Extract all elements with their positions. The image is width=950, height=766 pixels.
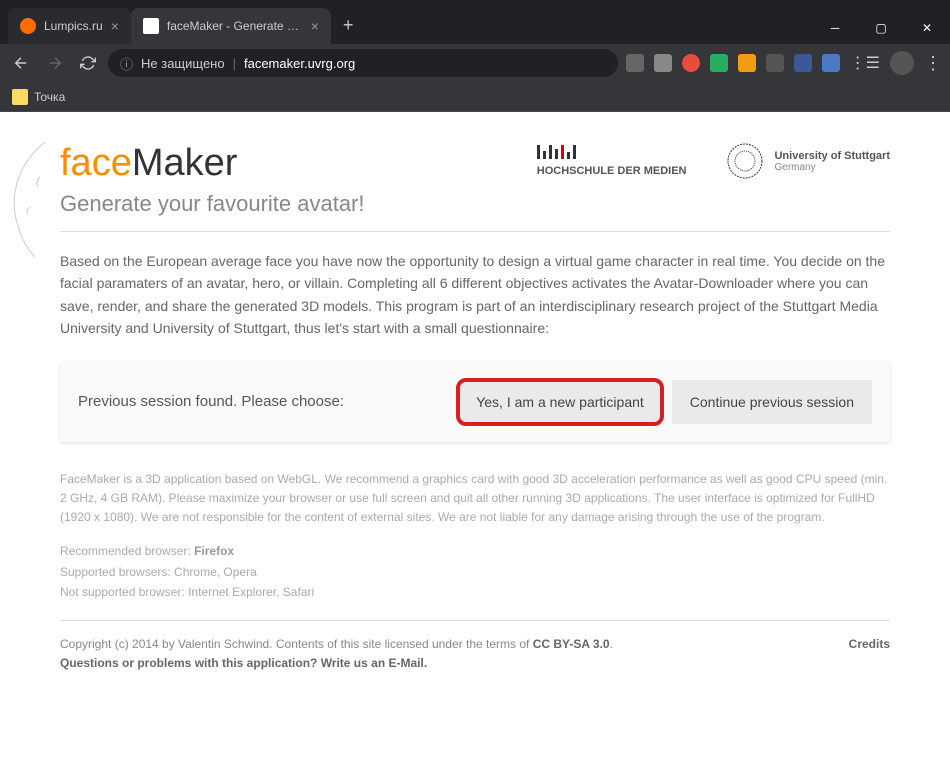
new-participant-button[interactable]: Yes, I am a new participant	[458, 380, 662, 424]
menu-icon[interactable]: ⋮	[924, 53, 942, 74]
browser-tab-facemaker[interactable]: faceMaker - Generate your favou... ×	[131, 8, 331, 44]
maximize-button[interactable]: ▢	[858, 12, 904, 44]
extension-icon[interactable]	[766, 54, 784, 72]
credits-link[interactable]: Credits	[849, 635, 890, 673]
extension-icon[interactable]	[738, 54, 756, 72]
session-prompt: Previous session found. Please choose: Y…	[60, 362, 890, 442]
new-tab-button[interactable]: +	[331, 7, 366, 44]
requirements-text: FaceMaker is a 3D application based on W…	[60, 470, 890, 528]
translate-icon[interactable]	[626, 54, 644, 72]
reading-list-icon[interactable]: ⋮☰	[850, 53, 880, 73]
browser-tab-lumpics[interactable]: Lumpics.ru ×	[8, 8, 131, 44]
star-icon[interactable]	[654, 54, 672, 72]
partner-hdm: HOCHSCHULE DER MEDIEN	[537, 145, 687, 177]
extension-icon[interactable]	[794, 54, 812, 72]
minimize-button[interactable]: ─	[812, 12, 858, 44]
extension-icon[interactable]	[682, 54, 700, 72]
footer-copyright: Copyright (c) 2014 by Valentin Schwind. …	[60, 635, 613, 673]
favicon	[20, 18, 36, 34]
favicon	[143, 18, 159, 34]
extension-icon[interactable]	[710, 54, 728, 72]
back-button[interactable]	[8, 50, 34, 76]
page-subtitle: Generate your favourite avatar!	[60, 191, 890, 217]
profile-avatar[interactable]	[890, 51, 914, 75]
bookmark-tochka[interactable]: Точка	[12, 89, 65, 105]
security-warning: Не защищено	[141, 56, 225, 71]
address-bar[interactable]: ⓘ Не защищено | facemaker.uvrg.org	[108, 49, 618, 77]
divider	[60, 231, 890, 232]
reload-button[interactable]	[76, 51, 100, 75]
forward-button[interactable]	[42, 50, 68, 76]
info-icon[interactable]: ⓘ	[120, 54, 133, 73]
close-icon[interactable]: ×	[111, 18, 119, 34]
close-icon[interactable]: ×	[311, 18, 319, 34]
session-text: Previous session found. Please choose:	[78, 393, 344, 410]
partner-stuttgart: University of Stuttgart Germany	[726, 142, 890, 180]
tab-title: Lumpics.ru	[44, 19, 103, 33]
face-sketch-decoration	[0, 132, 55, 272]
url-text: facemaker.uvrg.org	[244, 56, 355, 71]
logo: faceMaker	[60, 142, 237, 185]
browser-support: Recommended browser: Firefox Supported b…	[60, 541, 890, 602]
bookmark-label: Точка	[34, 90, 65, 104]
continue-session-button[interactable]: Continue previous session	[672, 380, 872, 424]
extension-icon[interactable]	[822, 54, 840, 72]
intro-text: Based on the European average face you h…	[60, 250, 890, 340]
close-window-button[interactable]: ✕	[904, 12, 950, 44]
tab-title: faceMaker - Generate your favou...	[167, 19, 303, 33]
folder-icon	[12, 89, 28, 105]
